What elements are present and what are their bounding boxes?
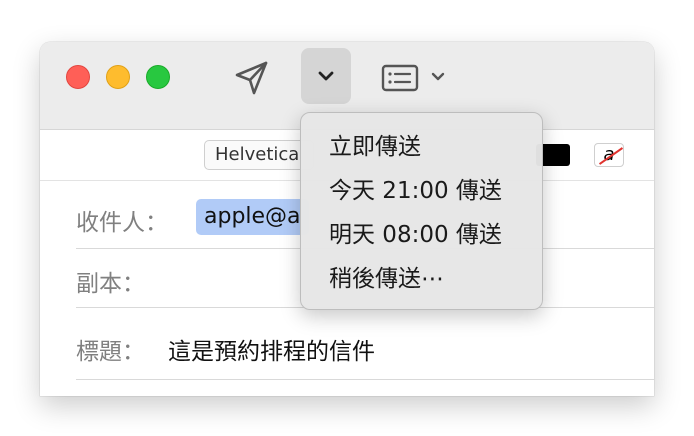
close-button[interactable] xyxy=(66,65,90,89)
subject-input[interactable]: 這是預約排程的信件 xyxy=(168,332,375,366)
menu-item-send-tomorrow[interactable]: 明天 08:00 傳送 xyxy=(301,213,542,257)
header-fields-icon xyxy=(381,64,419,92)
chevron-down-icon xyxy=(431,72,445,81)
header-fields-button[interactable] xyxy=(378,56,422,100)
menu-item-send-later[interactable]: 稍後傳送⋯ xyxy=(301,257,542,301)
send-options-button[interactable] xyxy=(301,48,351,104)
subject-label: 標題： xyxy=(76,339,145,365)
subject-field-row[interactable]: 標題： 這是預約排程的信件 xyxy=(76,308,654,380)
header-fields-menu-button[interactable] xyxy=(426,62,450,92)
cc-label: 副本： xyxy=(76,271,145,297)
minimize-button[interactable] xyxy=(106,65,130,89)
font-family-select[interactable]: Helvetica xyxy=(204,140,314,170)
to-label: 收件人： xyxy=(76,210,168,236)
menu-item-send-now[interactable]: 立即傳送 xyxy=(301,125,542,169)
chevron-down-icon xyxy=(318,71,334,81)
zoom-button[interactable] xyxy=(146,65,170,89)
paper-plane-icon xyxy=(235,61,268,95)
recipient-token[interactable]: apple@a xyxy=(196,199,309,235)
menu-item-send-tonight[interactable]: 今天 21:00 傳送 xyxy=(301,169,542,213)
background-color-button[interactable]: a xyxy=(594,143,624,167)
send-later-menu: 立即傳送 今天 21:00 傳送 明天 08:00 傳送 稍後傳送⋯ xyxy=(300,112,543,310)
send-button[interactable] xyxy=(230,56,274,100)
